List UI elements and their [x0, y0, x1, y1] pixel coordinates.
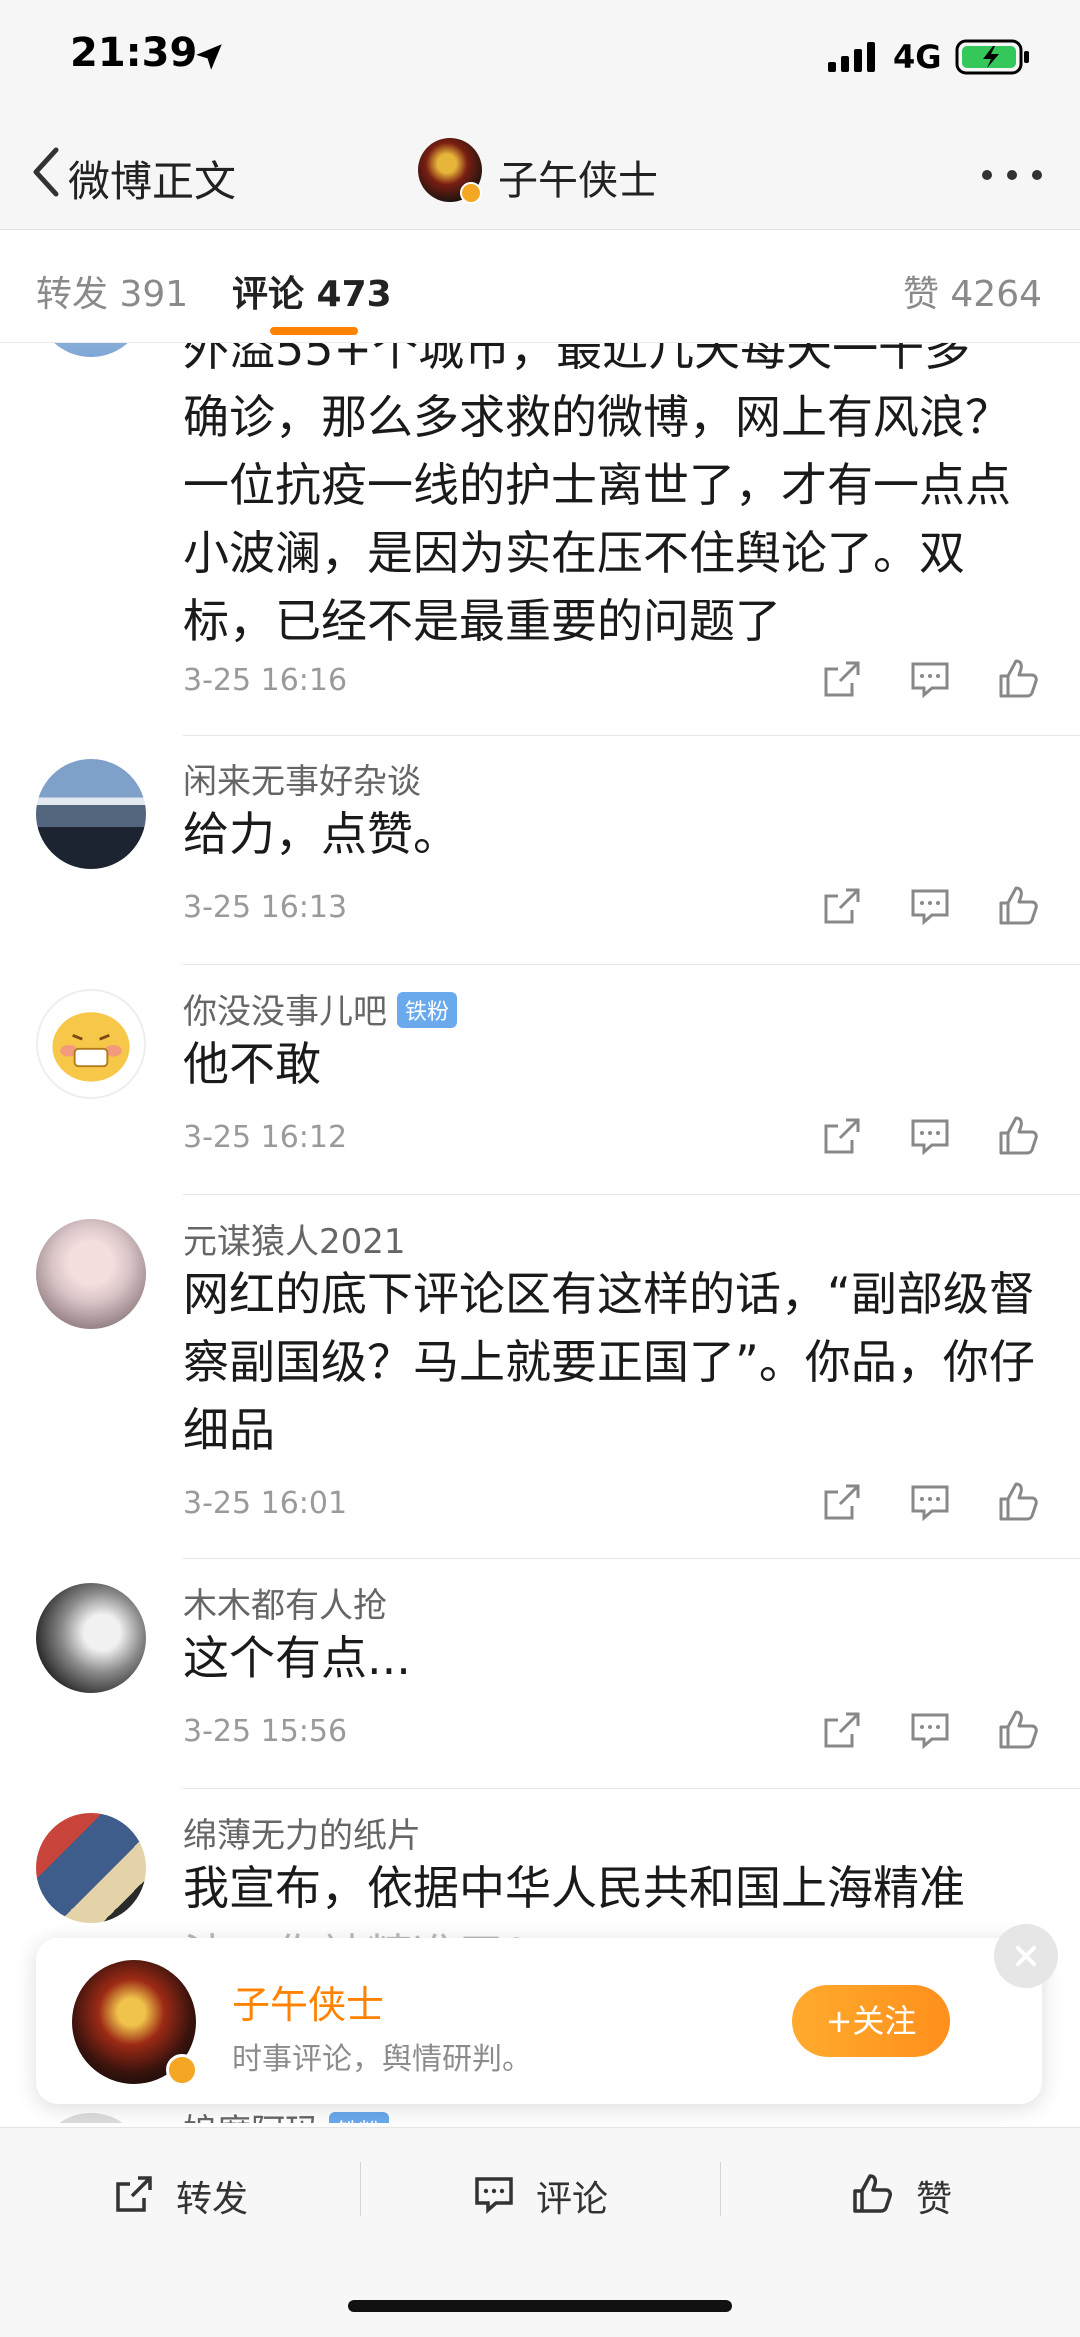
- list-item: 你没没事儿吧 铁粉 他不敢 3-25 16:12: [0, 966, 1080, 1196]
- share-icon[interactable]: [820, 884, 864, 928]
- comment-button[interactable]: 评论: [360, 2128, 720, 2254]
- comment-icon[interactable]: [908, 1708, 952, 1752]
- share-icon[interactable]: [820, 657, 864, 701]
- network-label: 4G: [893, 38, 942, 76]
- back-button[interactable]: 微博正文: [68, 148, 236, 209]
- comment-time: 3-25 16:13: [183, 890, 348, 925]
- comment-author[interactable]: 娘磨阿玛铁粉: [183, 2104, 390, 2123]
- avatar[interactable]: [36, 1583, 146, 1693]
- share-icon: [116, 2176, 152, 2212]
- comment-time: 3-25 16:01: [183, 1486, 348, 1521]
- like-icon[interactable]: [996, 884, 1040, 928]
- follow-card-name[interactable]: 子午侠士: [232, 1974, 384, 2029]
- comment-author[interactable]: 绵薄无力的纸片: [183, 1808, 421, 1857]
- follow-card[interactable]: 子午侠士 时事评论，舆情研判。 +关注: [36, 1924, 1058, 2104]
- comment-time: 3-25 16:16: [183, 663, 348, 698]
- divider: [183, 964, 1080, 965]
- fan-badge: 铁粉: [397, 992, 458, 1028]
- location-arrow-icon: [196, 44, 222, 70]
- comment-author[interactable]: 木木都有人抢: [183, 1578, 387, 1627]
- comment-text: 我宣布，依据中华人民共和国上海精准: [183, 1861, 965, 1915]
- signal-icon: [828, 42, 875, 72]
- verified-badge-icon: [166, 2054, 198, 2086]
- comment-icon[interactable]: [908, 1480, 952, 1524]
- like-icon[interactable]: [996, 1480, 1040, 1524]
- comment-list[interactable]: 外溢55+个城市，最近几天每天一千多 确诊，那么多求救的微博，网上有风浪？一位抗…: [0, 343, 1080, 2123]
- tab-comment[interactable]: 评论 473: [232, 265, 392, 317]
- comment-icon[interactable]: [908, 1114, 952, 1158]
- avatar[interactable]: [36, 759, 146, 869]
- share-icon[interactable]: [820, 1480, 864, 1524]
- like-icon[interactable]: [996, 1708, 1040, 1752]
- list-item: 外溢55+个城市，最近几天每天一千多 确诊，那么多求救的微博，网上有风浪？一位抗…: [0, 343, 1080, 779]
- status-bar: 21:39 4G: [0, 0, 1080, 120]
- emoji-face-icon: [52, 1012, 130, 1082]
- comment-text-partial: 外溢55+个城市，最近几天每天一千多: [183, 343, 971, 376]
- avatar[interactable]: [36, 2113, 146, 2123]
- avatar[interactable]: [36, 1813, 146, 1923]
- home-indicator: [348, 2300, 732, 2312]
- comment-author-name[interactable]: 你没没事儿吧: [183, 992, 387, 1032]
- share-icon[interactable]: [820, 1708, 864, 1752]
- comment-author-name[interactable]: 娘磨阿玛: [183, 2112, 319, 2123]
- fan-badge: 铁粉: [329, 2112, 390, 2123]
- comment-actions: [820, 1114, 1050, 1160]
- comment-text: 这个有点...: [183, 1631, 411, 1685]
- battery-charging-icon: [955, 39, 1029, 75]
- comment-actions: [820, 657, 1050, 703]
- comment-icon[interactable]: [908, 884, 952, 928]
- comment-icon[interactable]: [908, 657, 952, 701]
- tab-like[interactable]: 赞 4264: [903, 265, 1042, 317]
- comment-icon: [475, 2177, 513, 2214]
- comment-author[interactable]: 闲来无事好杂谈: [183, 754, 421, 803]
- avatar[interactable]: [36, 343, 146, 357]
- follow-button[interactable]: +关注: [792, 1985, 950, 2057]
- comment-text: 他不敢: [183, 1037, 321, 1091]
- back-chevron-icon[interactable]: [28, 142, 64, 202]
- more-icon[interactable]: [980, 168, 1044, 182]
- like-button[interactable]: 赞: [720, 2128, 1080, 2254]
- comment-actions: [820, 1480, 1050, 1526]
- tab-repost[interactable]: 转发 391: [36, 265, 188, 317]
- like-icon: [853, 2174, 892, 2213]
- divider: [183, 1558, 1080, 1559]
- like-icon[interactable]: [996, 1114, 1040, 1158]
- comment-author[interactable]: 元谋猿人2021: [183, 1214, 406, 1263]
- avatar[interactable]: [36, 1219, 146, 1329]
- page-title[interactable]: 子午侠士: [498, 148, 658, 206]
- comment-label: 评论: [536, 2179, 609, 2220]
- like-label: 赞: [916, 2179, 953, 2220]
- close-icon[interactable]: [994, 1924, 1058, 1988]
- nav-header: 微博正文 子午侠士: [0, 120, 1080, 230]
- comment-actions: [820, 1708, 1050, 1754]
- comment-text: 网红的底下评论区有这样的话，“副部级督察副国级？马上就要正国了”。你品，你仔细品: [183, 1267, 1035, 1457]
- verified-badge-icon: [460, 182, 482, 204]
- divider: [183, 1788, 1080, 1789]
- comment-text: 给力，点赞。: [183, 807, 459, 861]
- repost-button[interactable]: 转发: [0, 2128, 360, 2254]
- comment-actions: [820, 884, 1050, 930]
- tab-bar: 转发 391 评论 473 赞 4264: [0, 231, 1080, 343]
- list-item: 元谋猿人2021 网红的底下评论区有这样的话，“副部级督察副国级？马上就要正国了…: [0, 1196, 1080, 1560]
- list-item: 闲来无事好杂谈 给力，点赞。 3-25 16:13: [0, 736, 1080, 966]
- like-icon[interactable]: [996, 657, 1040, 701]
- avatar[interactable]: [36, 989, 146, 1099]
- tab-active-indicator: [270, 327, 358, 335]
- comment-author[interactable]: 你没没事儿吧 铁粉: [183, 984, 458, 1033]
- divider: [183, 1194, 1080, 1195]
- comment-time: 3-25 15:56: [183, 1714, 348, 1749]
- share-icon[interactable]: [820, 1114, 864, 1158]
- repost-label: 转发: [176, 2179, 249, 2220]
- comment-text: 确诊，那么多求救的微博，网上有风浪？一位抗疫一线的护士离世了，才有一点点小波澜，…: [183, 390, 1011, 648]
- follow-card-description: 时事评论，舆情研判。: [232, 2042, 532, 2077]
- comment-time: 3-25 16:12: [183, 1120, 348, 1155]
- status-time: 21:39: [70, 30, 198, 76]
- list-item: 木木都有人抢 这个有点... 3-25 15:56: [0, 1560, 1080, 1790]
